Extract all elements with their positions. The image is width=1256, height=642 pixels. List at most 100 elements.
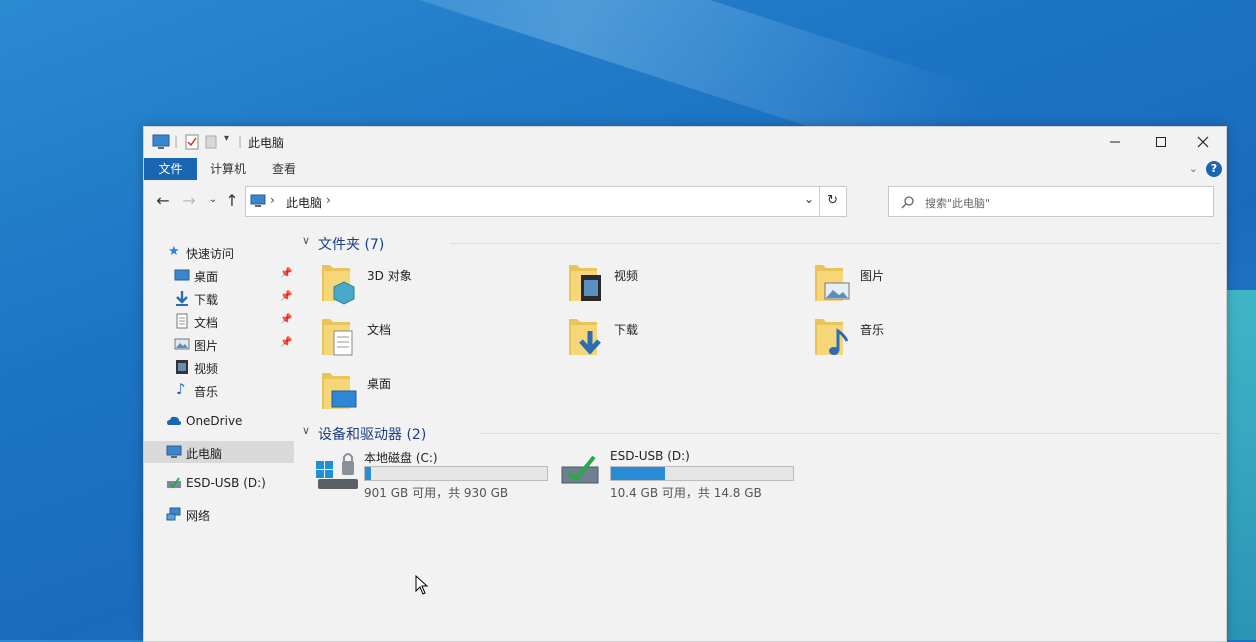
- new-folder-icon[interactable]: [204, 133, 218, 151]
- address-divider: [819, 187, 820, 216]
- recent-locations-icon[interactable]: ⌄: [204, 194, 222, 205]
- pin-icon[interactable]: 📌: [280, 337, 292, 348]
- sidebar-item-quick-access[interactable]: ★ 快速访问: [144, 241, 294, 263]
- download-icon: [176, 291, 188, 306]
- folder-name: 图片: [860, 269, 885, 283]
- address-bar[interactable]: › 此电脑 › ⌄ ↻: [245, 186, 847, 217]
- drive-d[interactable]: ESD-USB (D:) 10.4 GB 可用，共 14.8 GB: [560, 447, 800, 500]
- desktop-icon: [174, 269, 190, 281]
- usb-drive-icon: [561, 455, 599, 484]
- mouse-cursor-icon: [415, 575, 429, 595]
- maximize-icon: [1156, 137, 1166, 147]
- document-icon: [176, 313, 188, 329]
- close-button[interactable]: [1180, 127, 1226, 157]
- sidebar-item-label: 文档: [194, 316, 219, 330]
- ribbon-expand-icon[interactable]: ⌄: [1189, 162, 1198, 175]
- picture-icon: [174, 338, 190, 350]
- search-box[interactable]: 搜索"此电脑": [888, 186, 1214, 217]
- tab-view[interactable]: 查看: [272, 158, 296, 180]
- chevron-down-icon: ∨: [302, 424, 311, 437]
- sidebar-item-documents[interactable]: 文档 📌: [144, 310, 294, 332]
- sidebar-item-esd-usb[interactable]: ESD-USB (D:): [144, 472, 294, 494]
- drives-section-header[interactable]: ∨ 设备和驱动器 (2): [300, 421, 1220, 443]
- back-arrow-icon[interactable]: ←: [154, 191, 172, 210]
- sidebar-item-label: 下载: [194, 293, 219, 307]
- pin-icon[interactable]: 📌: [280, 291, 292, 302]
- file-explorer-window: | ▾ | 此电脑 文件 计算机 查看 ⌄ ? ← → ⌄ ↑ › 此电脑 › …: [143, 126, 1227, 642]
- folder-name: 视频: [614, 269, 639, 283]
- folder-name: 3D 对象: [367, 269, 412, 283]
- sidebar-item-label: 图片: [194, 339, 219, 353]
- sidebar-item-videos[interactable]: 视频: [144, 356, 294, 378]
- chevron-down-icon: ∨: [302, 234, 311, 247]
- cloud-icon: [167, 416, 181, 425]
- customize-qa-icon[interactable]: ▾: [224, 133, 229, 151]
- computer-icon: [250, 194, 266, 207]
- content-pane: ∨ 文件夹 (7) 3D 对象 视频 图片 文档 下载 音乐 桌面 ∨ 设备和驱…: [300, 227, 1220, 627]
- sidebar-item-music[interactable]: ♪ 音乐: [144, 379, 294, 401]
- folder-3d-objects[interactable]: 3D 对象: [320, 261, 560, 311]
- sidebar-item-label: 快速访问: [186, 247, 235, 261]
- section-divider: [450, 243, 1220, 244]
- usb-drive-icon: [167, 477, 181, 489]
- drive-name: 本地磁盘 (C:): [364, 451, 438, 465]
- minimize-button[interactable]: [1092, 127, 1138, 157]
- navigation-bar: ← → ⌄ ↑ › 此电脑 › ⌄ ↻ 搜索"此电脑": [144, 185, 1226, 217]
- window-title: 此电脑: [248, 136, 285, 150]
- tab-computer[interactable]: 计算机: [210, 158, 246, 180]
- folders-section-header[interactable]: ∨ 文件夹 (7): [300, 231, 1220, 253]
- close-icon: [1197, 136, 1209, 148]
- drive-free-space: 10.4 GB 可用，共 14.8 GB: [610, 486, 762, 500]
- computer-icon: [166, 445, 182, 458]
- up-arrow-icon[interactable]: ↑: [223, 191, 241, 210]
- sidebar-item-label: 视频: [194, 362, 219, 376]
- folder-name: 音乐: [860, 323, 885, 337]
- folder-pictures[interactable]: 图片: [813, 261, 1053, 311]
- breadcrumb-this-pc[interactable]: 此电脑: [286, 194, 322, 211]
- section-divider: [480, 433, 1220, 434]
- drive-name: ESD-USB (D:): [610, 449, 690, 463]
- address-dropdown-icon[interactable]: ⌄: [804, 192, 814, 206]
- sidebar-item-network[interactable]: 网络: [144, 503, 294, 525]
- computer-icon: [152, 134, 170, 149]
- music-note-icon: ♪: [176, 380, 186, 398]
- desktop-edge: [1226, 290, 1256, 640]
- pin-icon[interactable]: 📌: [280, 268, 292, 279]
- sidebar-item-label: ESD-USB (D:): [186, 476, 266, 490]
- folder-downloads[interactable]: 下载: [567, 315, 807, 365]
- section-title: 设备和驱动器 (2): [318, 427, 427, 443]
- downloads-folder-icon: [569, 319, 601, 355]
- sidebar-item-this-pc[interactable]: 此电脑: [144, 441, 294, 463]
- breadcrumb-separator: ›: [270, 193, 275, 207]
- drive-c[interactable]: 本地磁盘 (C:) 901 GB 可用，共 930 GB: [314, 447, 554, 500]
- drive-usage-bar: [610, 466, 794, 481]
- folder-desktop[interactable]: 桌面: [320, 369, 560, 419]
- folder-music[interactable]: 音乐: [813, 315, 1053, 365]
- qa-separator: |: [238, 134, 243, 148]
- video-icon: [176, 360, 188, 374]
- sidebar-item-desktop[interactable]: 桌面 📌: [144, 264, 294, 286]
- help-button[interactable]: ?: [1206, 161, 1222, 177]
- sidebar-item-onedrive[interactable]: OneDrive: [144, 410, 294, 432]
- folder-name: 桌面: [367, 377, 392, 391]
- documents-folder-icon: [322, 319, 353, 356]
- sidebar-item-pictures[interactable]: 图片 📌: [144, 333, 294, 355]
- refresh-icon[interactable]: ↻: [827, 193, 838, 208]
- properties-icon[interactable]: [184, 133, 200, 151]
- sidebar-item-downloads[interactable]: 下载 📌: [144, 287, 294, 309]
- drive-usage-fill: [365, 467, 371, 480]
- tab-file[interactable]: 文件: [144, 158, 197, 180]
- folder-videos[interactable]: 视频: [567, 261, 807, 311]
- search-placeholder: 搜索"此电脑": [925, 197, 991, 210]
- sidebar-item-label: OneDrive: [186, 414, 243, 428]
- pin-icon[interactable]: 📌: [280, 314, 292, 325]
- search-icon: [901, 196, 914, 209]
- navigation-pane: ★ 快速访问 桌面 📌 下载 📌 文档 📌 图片 📌 视频 ♪ 音乐 OneDr…: [144, 237, 294, 637]
- maximize-button[interactable]: [1138, 127, 1184, 157]
- folder-documents[interactable]: 文档: [320, 315, 560, 365]
- network-icon: [166, 507, 181, 521]
- folder-name: 下载: [614, 323, 639, 337]
- forward-arrow-icon[interactable]: →: [180, 191, 198, 210]
- 3d-objects-folder-icon: [322, 265, 355, 305]
- breadcrumb-separator: ›: [326, 193, 331, 207]
